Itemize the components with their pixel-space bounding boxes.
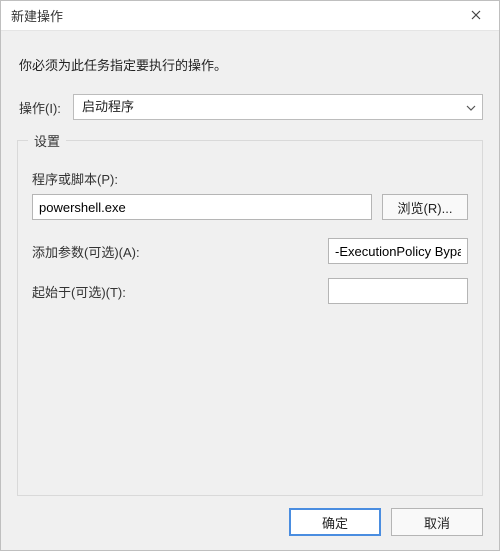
program-input[interactable]: [32, 194, 372, 220]
action-select[interactable]: 启动程序: [73, 94, 483, 120]
browse-button-label: 浏览(R)...: [398, 198, 453, 217]
program-row: 浏览(R)...: [32, 194, 468, 220]
window-title: 新建操作: [1, 6, 453, 25]
instruction-text: 你必须为此任务指定要执行的操作。: [19, 55, 481, 74]
window-new-action: 新建操作 你必须为此任务指定要执行的操作。 操作(I): 启动程序 设置 程序或…: [0, 0, 500, 551]
action-row: 操作(I): 启动程序: [17, 94, 483, 120]
cancel-button[interactable]: 取消: [391, 508, 483, 536]
content-area: 你必须为此任务指定要执行的操作。 操作(I): 启动程序 设置 程序或脚本(P)…: [1, 31, 499, 496]
startin-label: 起始于(可选)(T):: [32, 282, 328, 301]
action-label: 操作(I):: [17, 98, 73, 117]
startin-input[interactable]: [328, 278, 468, 304]
browse-button[interactable]: 浏览(R)...: [382, 194, 468, 220]
close-icon: [471, 8, 481, 23]
action-select-value: 启动程序: [82, 99, 134, 114]
program-label: 程序或脚本(P):: [32, 169, 468, 188]
titlebar: 新建操作: [1, 1, 499, 31]
args-row: 添加参数(可选)(A):: [32, 238, 468, 264]
cancel-button-label: 取消: [424, 513, 450, 532]
ok-button-label: 确定: [322, 513, 348, 532]
dialog-footer: 确定 取消: [1, 496, 499, 550]
chevron-down-icon: [466, 95, 476, 119]
startin-row: 起始于(可选)(T):: [32, 278, 468, 304]
settings-group: 设置 程序或脚本(P): 浏览(R)... 添加参数(可选)(A): 起始于(可…: [17, 140, 483, 496]
action-select-wrap: 启动程序: [73, 94, 483, 120]
ok-button[interactable]: 确定: [289, 508, 381, 536]
args-input[interactable]: [328, 238, 468, 264]
close-button[interactable]: [453, 1, 499, 31]
settings-legend: 设置: [28, 131, 66, 150]
args-label: 添加参数(可选)(A):: [32, 242, 328, 261]
